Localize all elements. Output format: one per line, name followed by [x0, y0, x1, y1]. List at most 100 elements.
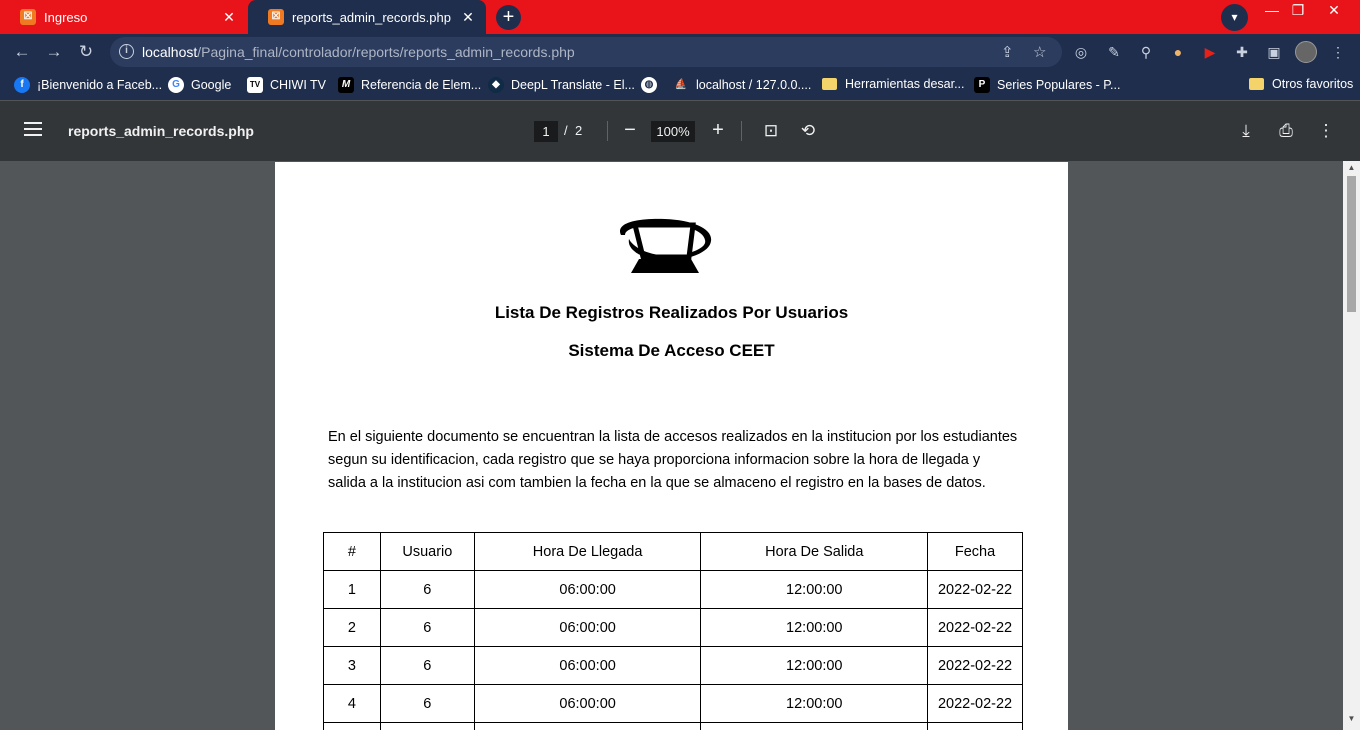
pdf-toolbar: reports_admin_records.php 1 / 2 − 100% +…	[0, 101, 1360, 161]
cell-number: 3	[323, 646, 381, 685]
table-row: 4 6 06:00:00 12:00:00 2022-02-22	[323, 684, 1023, 723]
close-window-button[interactable]: ✕	[1316, 0, 1352, 22]
document-title: Lista De Registros Realizados Por Usuari…	[494, 303, 849, 322]
pdf-filename: reports_admin_records.php	[68, 123, 254, 139]
mdn-icon: M	[338, 77, 354, 93]
close-tab-icon[interactable]: ✕	[221, 9, 237, 26]
computer-logo-icon	[620, 218, 712, 273]
tab-search-button[interactable]: ▾	[1221, 4, 1248, 31]
address-bar[interactable]: i localhost/Pagina_final/controlador/rep…	[110, 37, 1062, 67]
zoom-in-button[interactable]: +	[706, 119, 730, 143]
scrollbar-thumb[interactable]	[1347, 176, 1356, 312]
google-icon: G	[168, 77, 184, 93]
side-panel-icon[interactable]: ▣	[1264, 42, 1284, 62]
restore-button[interactable]: ❐	[1280, 0, 1316, 22]
youtube-extension-icon[interactable]: ▶	[1200, 42, 1220, 62]
scroll-up-icon[interactable]: ▲	[1343, 163, 1360, 172]
bookmark-chiwi-tv[interactable]: TV CHIWI TV	[247, 77, 326, 93]
more-actions-icon[interactable]: ⋮	[1314, 119, 1338, 143]
scroll-down-icon[interactable]: ▼	[1343, 714, 1360, 723]
bookmark-label: Herramientas desar...	[845, 77, 965, 91]
paragraph-line: salida a la institucion asi com tambien …	[328, 475, 986, 491]
bookmark-otros-favoritos[interactable]: Otros favoritos	[1249, 77, 1353, 91]
pdf-page: Lista De Registros Realizados Por Usuari…	[275, 162, 1068, 730]
document-subtitle: Sistema De Acceso CEET	[568, 341, 775, 360]
page-number-input[interactable]: 1	[534, 121, 558, 142]
cell-usuario	[379, 722, 475, 730]
site-info-icon[interactable]: i	[119, 44, 134, 59]
fit-to-page-icon[interactable]: ⊡	[759, 119, 783, 143]
column-header-fecha: Fecha	[927, 532, 1023, 571]
print-icon[interactable]: ⎙	[1274, 119, 1298, 143]
cell-usuario: 6	[379, 608, 475, 647]
bookmark-label: Otros favoritos	[1272, 77, 1354, 91]
cell-hora-salida: 12:00:00	[700, 570, 929, 609]
cell-hora-salida: 12:00:00	[700, 646, 929, 685]
bookmark-facebook[interactable]: f ¡Bienvenido a Faceb...	[14, 77, 162, 93]
tab-title: reports_admin_records.php	[292, 9, 451, 25]
xampp-icon: ☒	[268, 9, 284, 25]
puzzle-icon[interactable]: ✚	[1232, 42, 1252, 62]
menu-icon[interactable]	[24, 122, 42, 136]
page-total: 2	[575, 123, 583, 138]
zoom-out-button[interactable]: −	[618, 119, 642, 143]
bookmark-mdn[interactable]: M Referencia de Elem...	[338, 77, 481, 93]
zoom-level-input[interactable]: 100%	[651, 121, 695, 142]
cell-hora-llegada	[473, 722, 702, 730]
download-icon[interactable]: ⤓	[1234, 119, 1258, 143]
cell-hora-llegada: 06:00:00	[473, 570, 702, 609]
bookmark-series[interactable]: P Series Populares - P...	[974, 77, 1120, 93]
new-tab-button[interactable]: +	[496, 5, 521, 30]
folder-icon	[822, 78, 837, 90]
cell-fecha: 2022-02-22	[927, 646, 1023, 685]
share-icon[interactable]: ⇪	[1001, 43, 1014, 61]
bookmark-label: ¡Bienvenido a Faceb...	[37, 78, 163, 92]
cell-hora-llegada: 06:00:00	[473, 646, 702, 685]
table-row	[323, 722, 1023, 730]
bookmark-herramientas[interactable]: Herramientas desar...	[822, 77, 965, 91]
bookmark-label: DeepL Translate - El...	[511, 78, 635, 92]
column-header-hora-llegada: Hora De Llegada	[473, 532, 702, 571]
egg-extension-icon[interactable]: ●	[1168, 42, 1188, 62]
bookmark-phpmyadmin[interactable]: ⛵ localhost / 127.0.0....	[673, 77, 812, 93]
extension-icon[interactable]: ◎	[1071, 42, 1091, 62]
pen-extension-icon[interactable]: ✎	[1104, 42, 1124, 62]
tab-title: Ingreso	[44, 9, 88, 25]
folder-icon	[1249, 78, 1264, 90]
cell-fecha: 2022-02-22	[927, 684, 1023, 723]
cell-hora-salida: 12:00:00	[700, 608, 929, 647]
bookmark-google[interactable]: G Google	[168, 77, 231, 93]
kebab-menu-icon[interactable]: ⋮	[1328, 42, 1348, 62]
facebook-icon: f	[14, 77, 30, 93]
divider	[741, 121, 742, 141]
bookmark-deepl[interactable]: ◆ DeepL Translate - El...	[488, 77, 635, 93]
tab-ingreso[interactable]: ☒ Ingreso ✕	[0, 0, 247, 34]
bookmark-label: Series Populares - P...	[997, 78, 1121, 92]
bookmarks-bar: f ¡Bienvenido a Faceb... G Google TV CHI…	[0, 70, 1360, 100]
tv-icon: TV	[247, 77, 263, 93]
tab-reports[interactable]: ☒ reports_admin_records.php ✕	[248, 0, 486, 34]
browser-toolbar: ← → ↻ i localhost/Pagina_final/controlad…	[0, 34, 1360, 70]
document-paragraph: En el siguiente documento se encuentran …	[328, 426, 1038, 495]
p-icon: P	[974, 77, 990, 93]
tab-strip: ☒ Ingreso ✕ ☒ reports_admin_records.php …	[0, 0, 1360, 34]
phpmyadmin-icon: ⛵	[674, 79, 688, 90]
close-tab-icon[interactable]: ✕	[460, 9, 476, 26]
search-extension-icon[interactable]: ⚲	[1136, 42, 1156, 62]
cell-number: 2	[323, 608, 381, 647]
bookmark-globe[interactable]: ◍	[641, 77, 664, 93]
rotate-icon[interactable]: ⟲	[796, 119, 820, 143]
forward-button[interactable]: →	[42, 40, 66, 64]
reload-button[interactable]: ↻	[74, 40, 98, 64]
column-header-number: #	[323, 532, 381, 571]
cell-usuario: 6	[379, 570, 475, 609]
back-button[interactable]: ←	[10, 40, 34, 64]
bookmark-star-icon[interactable]: ☆	[1033, 43, 1046, 61]
deepl-icon: ◆	[488, 77, 504, 93]
avatar[interactable]	[1295, 41, 1317, 63]
vertical-scrollbar[interactable]: ▲ ▼	[1343, 161, 1360, 730]
url-text[interactable]: localhost/Pagina_final/controlador/repor…	[142, 44, 575, 60]
bookmark-label: CHIWI TV	[270, 78, 327, 92]
globe-icon: ◍	[641, 77, 657, 93]
column-header-hora-salida: Hora De Salida	[700, 532, 929, 571]
